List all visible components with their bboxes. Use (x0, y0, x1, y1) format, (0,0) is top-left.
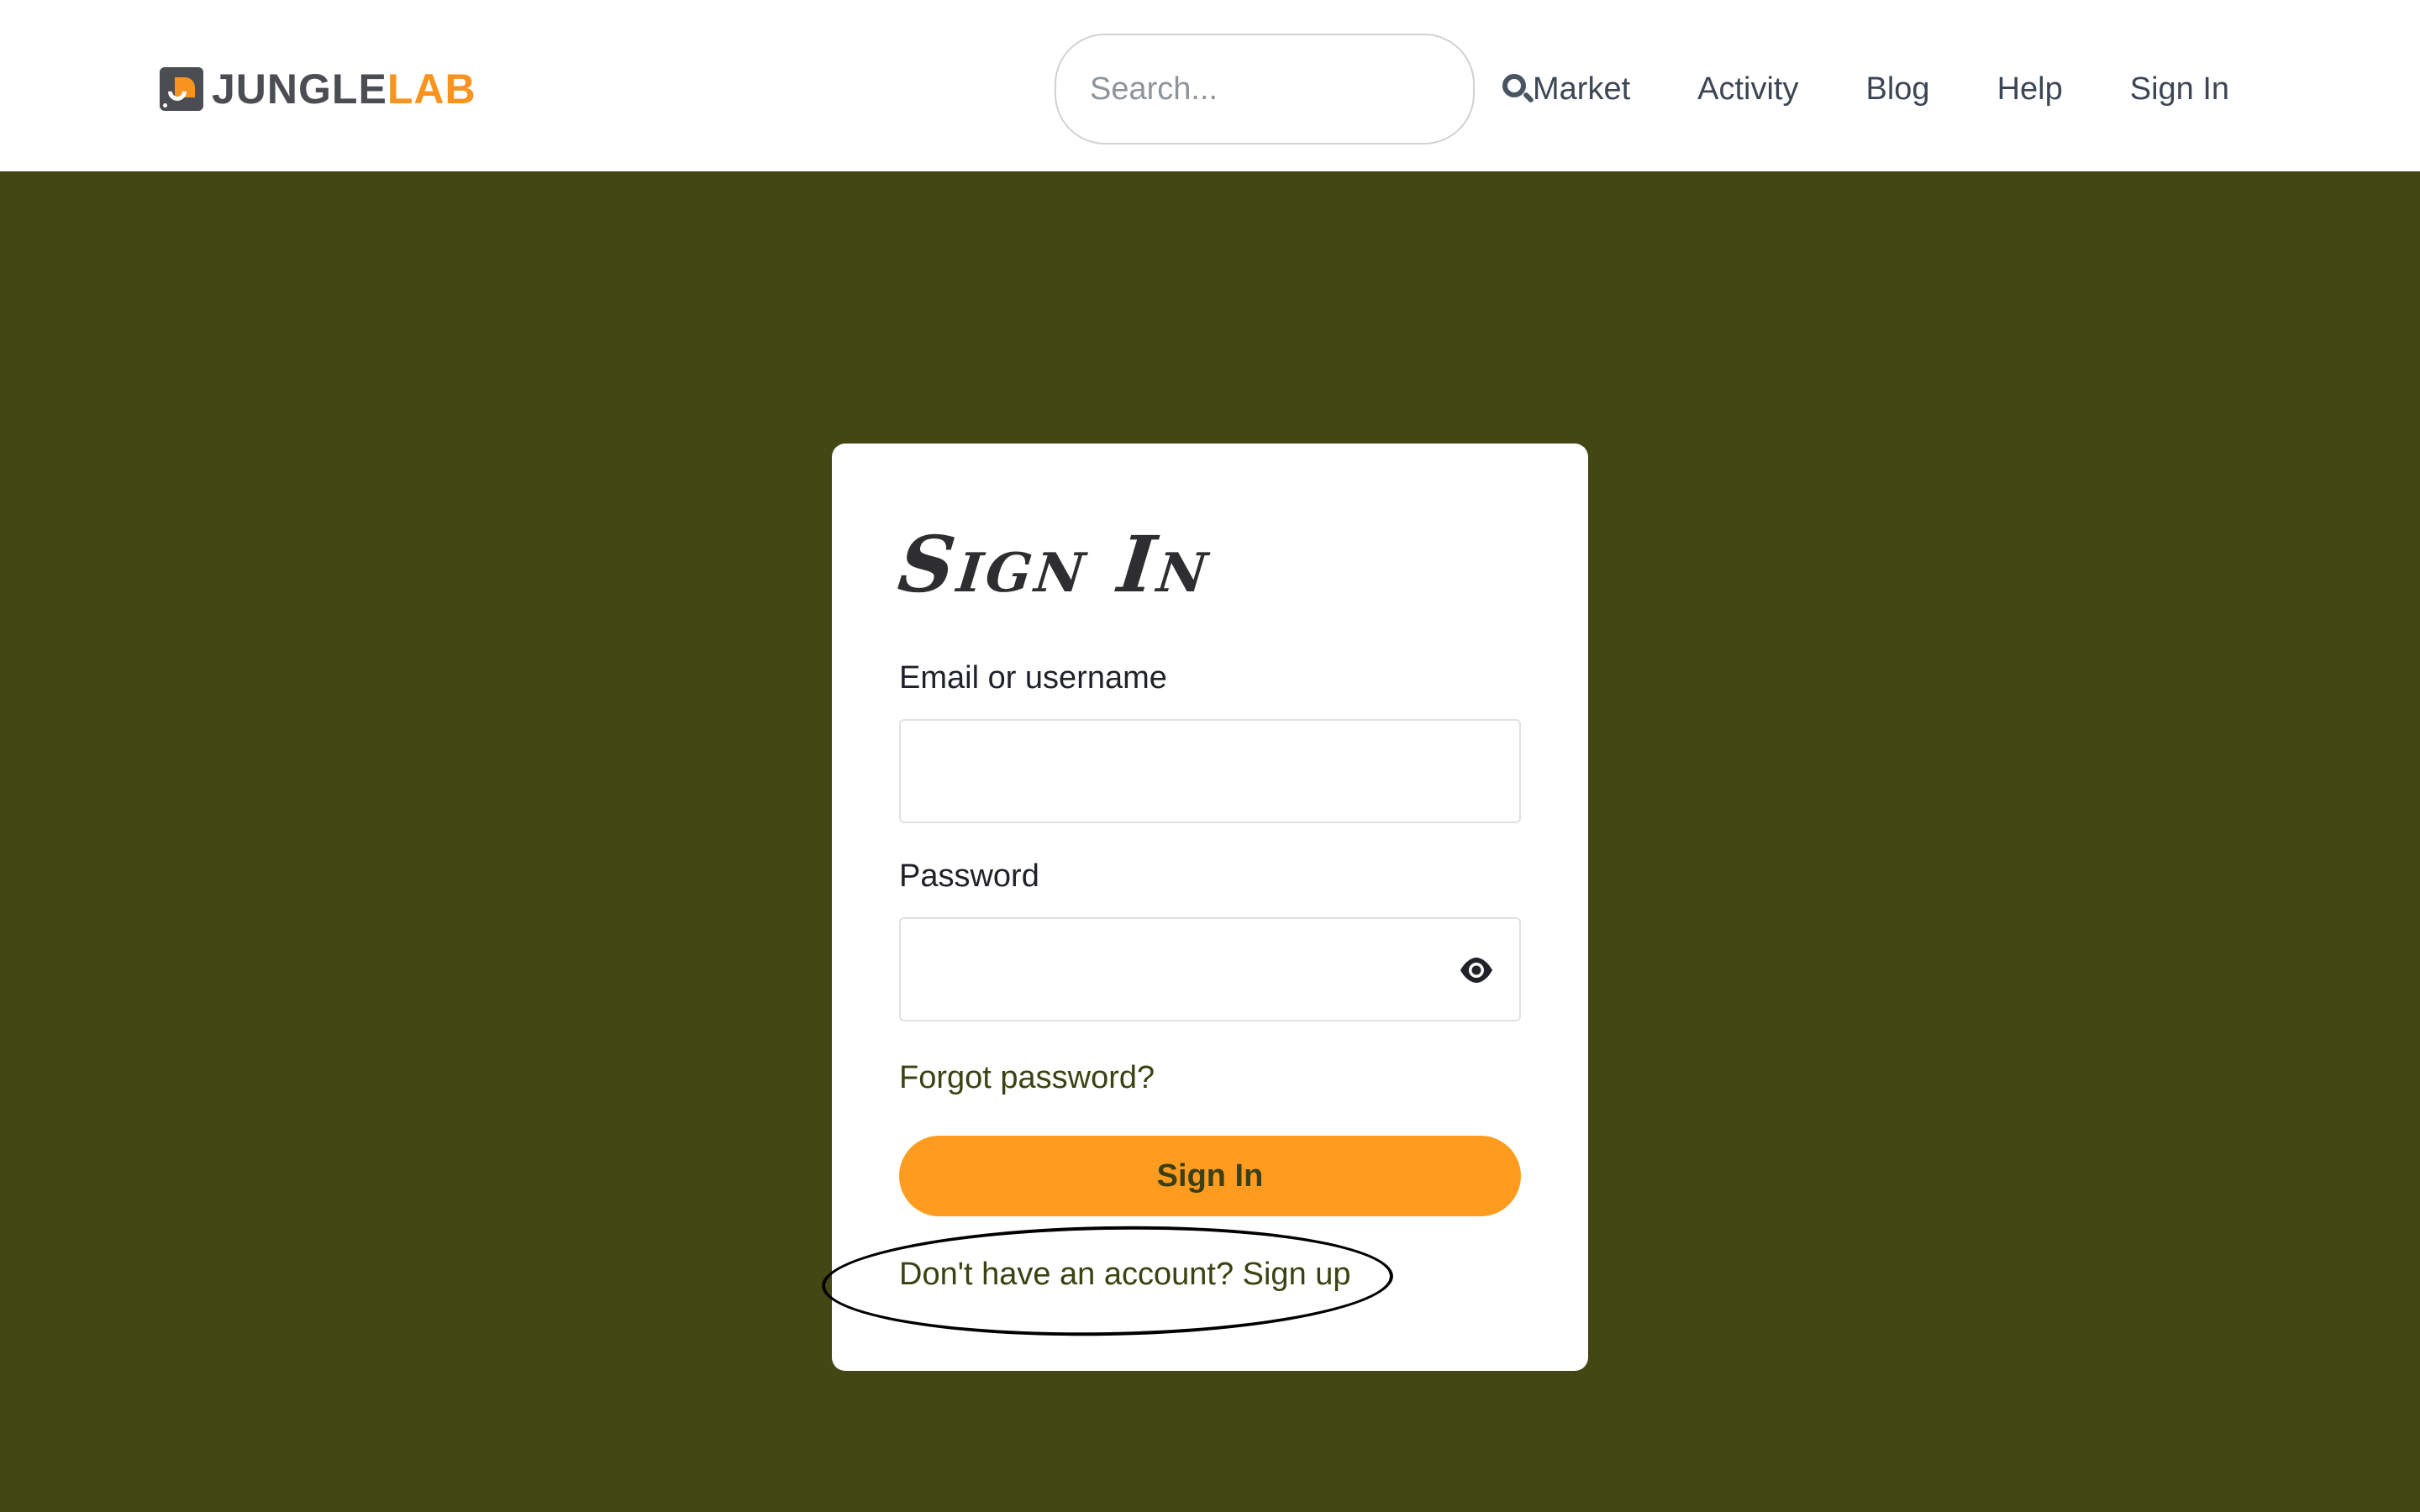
nav-sign-in[interactable]: Sign In (2130, 60, 2229, 118)
password-label: Password (899, 858, 1039, 894)
nav-market[interactable]: Market (1533, 60, 1630, 118)
logo[interactable]: JUNGLELAB (160, 66, 476, 113)
email-label: Email or username (899, 660, 1167, 696)
logo-text: JUNGLELAB (212, 66, 476, 113)
logo-text-primary: JUNGLE (212, 66, 387, 113)
nav-help[interactable]: Help (1997, 60, 2063, 118)
eye-icon[interactable] (1459, 954, 1494, 986)
password-field[interactable] (901, 919, 1519, 1020)
main-nav: Market Activity Blog Help Sign In (1533, 60, 2229, 118)
search-box (1055, 34, 1535, 144)
email-field-wrapper (899, 719, 1521, 823)
nav-activity[interactable]: Activity (1697, 60, 1798, 118)
nav-blog[interactable]: Blog (1866, 60, 1930, 118)
sign-up-link[interactable]: Don't have an account? Sign up (899, 1257, 1351, 1293)
logo-text-accent: LAB (387, 66, 476, 113)
forgot-password-link[interactable]: Forgot password? (899, 1060, 1155, 1096)
page-title: Sign In (894, 519, 1216, 610)
password-field-wrapper (899, 917, 1521, 1021)
email-field[interactable] (901, 721, 1519, 822)
logo-icon (160, 67, 203, 111)
sign-in-button[interactable]: Sign In (899, 1136, 1521, 1216)
top-navbar: JUNGLELAB Market Activity Blog Help Sign… (0, 0, 2420, 171)
search-input[interactable] (1090, 71, 1501, 108)
sign-in-card: Sign In Email or username Password Forgo… (832, 444, 1588, 1371)
